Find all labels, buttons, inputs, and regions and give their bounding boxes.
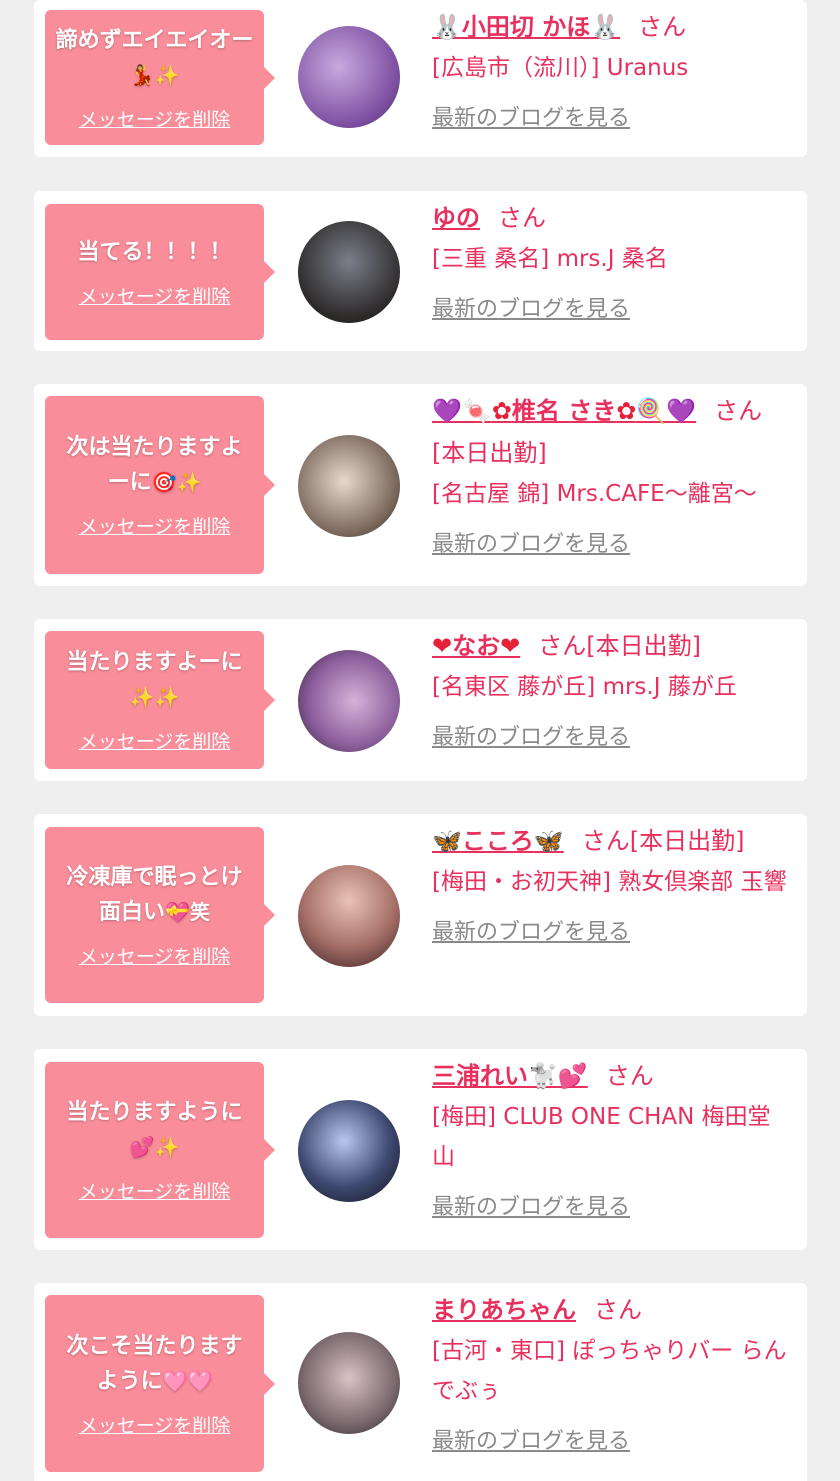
work-status: [本日出勤]: [586, 632, 701, 660]
message-card: 冷凍庫で眠っとけ面白い💝笑 メッセージを削除 🦋こころ🦋 さん[本日出勤] [梅田…: [34, 814, 807, 1016]
hearts-icon: 💕: [557, 1062, 588, 1090]
latest-blog-link[interactable]: 最新のブログを見る: [432, 524, 630, 566]
profile-name-link[interactable]: ゆの: [432, 204, 480, 232]
message-card: 当たりますよーに ✨✨ メッセージを削除 ❤なお❤ さん[本日出勤] [名東区 藤が…: [34, 619, 807, 781]
flower-icon: ✿: [491, 397, 512, 425]
rabbit-icon: 🐰: [432, 13, 462, 41]
poodle-icon: 🐩: [528, 1062, 558, 1090]
avatar[interactable]: [298, 650, 400, 752]
avatar[interactable]: [298, 26, 400, 128]
honorific: さん: [714, 397, 763, 425]
shop-info: [三重 桑名] mrs.J 桑名: [432, 246, 668, 272]
profile-name-link[interactable]: 💜🍬✿椎名 さき✿🍭💜: [432, 397, 696, 425]
shop-info: [梅田・お初天神] 熟女倶楽部 玉響: [432, 869, 787, 895]
avatar[interactable]: [298, 1100, 400, 1202]
message-bubble: 当たりますように 💕✨ メッセージを削除: [45, 1062, 275, 1238]
delete-message-link[interactable]: メッセージを削除: [79, 942, 231, 969]
message-bubble: 次こそ当たりますように🩷🩷 メッセージを削除: [45, 1295, 275, 1472]
honorific: さん: [498, 204, 546, 232]
delete-message-link[interactable]: メッセージを削除: [79, 727, 231, 754]
avatar[interactable]: [298, 1332, 400, 1434]
message-card: 当てる！！！！ メッセージを削除 ゆの さん [三重 桑名] mrs.J 桑名 最…: [34, 191, 807, 351]
message-card: 次は当たりますよーに🎯✨ メッセージを削除 💜🍬✿椎名 さき✿🍭💜 さん [本日出勤…: [34, 384, 807, 586]
message-bubble: 諦めずエイエイオー 💃✨ メッセージを削除: [45, 10, 275, 145]
message-bubble: 次は当たりますよーに🎯✨ メッセージを削除: [45, 396, 275, 574]
heart-icon: 💜🍬: [432, 397, 492, 425]
message-text: 当たりますように: [66, 1100, 243, 1125]
profile-name-link[interactable]: 🐰小田切 かほ🐰: [432, 13, 620, 41]
latest-blog-link[interactable]: 最新のブログを見る: [432, 1187, 630, 1229]
latest-blog-link[interactable]: 最新のブログを見る: [432, 1421, 630, 1463]
latest-blog-link[interactable]: 最新のブログを見る: [432, 912, 630, 954]
latest-blog-link[interactable]: 最新のブログを見る: [432, 98, 630, 140]
butterfly-icon: 🦋: [533, 827, 564, 855]
work-status: [本日出勤]: [432, 439, 547, 467]
avatar[interactable]: [298, 435, 400, 537]
avatar[interactable]: [298, 221, 400, 323]
work-status: [本日出勤]: [629, 827, 745, 855]
message-card: 当たりますように 💕✨ メッセージを削除 三浦れい🐩💕 さん [梅田] CLUB O…: [34, 1049, 807, 1250]
shop-info: [古河・東口] ぽっちゃりバー らんでぶぅ: [432, 1338, 787, 1404]
message-text: 次こそ当たりますように: [66, 1333, 243, 1394]
shop-info: [梅田] CLUB ONE CHAN 梅田堂山: [432, 1104, 771, 1170]
honorific: さん: [594, 1296, 642, 1324]
hearts-sparkle-emoji-icon: 💕✨: [129, 1135, 180, 1159]
shop-info: [名古屋 錦] Mrs.CAFE〜離宮〜: [432, 481, 757, 507]
message-bubble: 当たりますよーに ✨✨ メッセージを削除: [45, 631, 275, 769]
pink-heart-emoji-icon: 🩷🩷: [162, 1368, 213, 1393]
profile-name-link[interactable]: 🦋こころ🦋: [432, 827, 564, 855]
message-text: 冷凍庫で眠っとけ面白い: [66, 865, 243, 925]
message-card: 諦めずエイエイオー 💃✨ メッセージを削除 🐰小田切 かほ🐰 さん [広島市（流川）…: [34, 0, 807, 157]
sparkle-emoji-icon: ✨✨: [129, 685, 180, 709]
delete-message-link[interactable]: メッセージを削除: [79, 1411, 231, 1438]
gift-heart-emoji-icon: 💝笑: [165, 900, 210, 924]
profile-name-link[interactable]: 三浦れい🐩💕: [432, 1062, 588, 1090]
message-text: 当てる！！！！: [77, 239, 232, 265]
rabbit-icon: 🐰: [590, 13, 621, 41]
avatar[interactable]: [298, 865, 400, 967]
profile-name-link[interactable]: まりあちゃん: [432, 1296, 576, 1324]
delete-message-link[interactable]: メッセージを削除: [79, 105, 231, 132]
honorific: さん: [538, 632, 587, 660]
delete-message-link[interactable]: メッセージを削除: [79, 512, 231, 539]
heart-icon: ❤: [500, 632, 521, 660]
lollipop-heart-icon: 🍭💜: [636, 397, 697, 425]
message-text: 当たりますよーに: [66, 650, 243, 675]
message-bubble: 冷凍庫で眠っとけ面白い💝笑 メッセージを削除: [45, 827, 275, 1003]
honorific: さん: [605, 1062, 654, 1090]
profile-name-link[interactable]: ❤なお❤: [432, 632, 520, 660]
shop-info: [広島市（流川）] Uranus: [432, 55, 689, 81]
flower-icon: ✿: [616, 397, 637, 425]
butterfly-icon: 🦋: [432, 827, 462, 855]
message-card: 次こそ当たりますように🩷🩷 メッセージを削除 まりあちゃん さん [古河・東口] …: [34, 1283, 807, 1481]
latest-blog-link[interactable]: 最新のブログを見る: [432, 289, 630, 331]
message-text: 諦めずエイエイオー: [55, 27, 254, 53]
delete-message-link[interactable]: メッセージを削除: [79, 282, 231, 309]
honorific: さん: [581, 827, 630, 855]
dancer-sparkle-emoji-icon: 💃✨: [129, 62, 180, 87]
message-bubble: 当てる！！！！ メッセージを削除: [45, 204, 275, 340]
heart-icon: ❤: [432, 632, 453, 660]
target-sparkle-emoji-icon: 🎯✨: [151, 470, 202, 494]
latest-blog-link[interactable]: 最新のブログを見る: [432, 717, 630, 759]
shop-info: [名東区 藤が丘] mrs.J 藤が丘: [432, 674, 737, 700]
delete-message-link[interactable]: メッセージを削除: [79, 1177, 231, 1204]
honorific: さん: [638, 13, 687, 41]
